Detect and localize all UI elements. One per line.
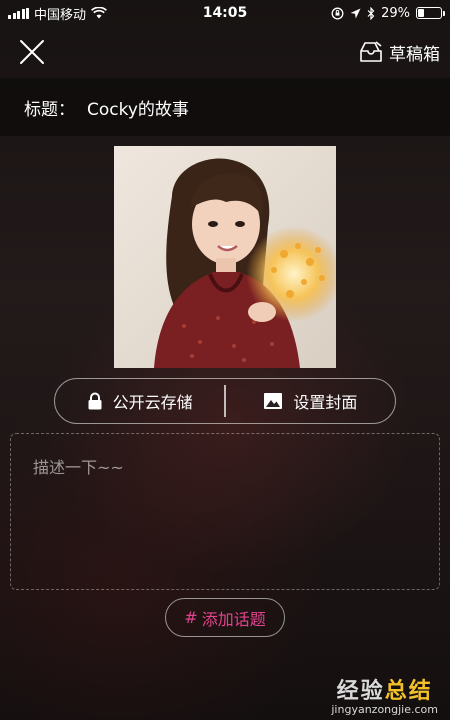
battery-icon: [416, 7, 445, 19]
drafts-box-icon: [360, 41, 382, 62]
wifi-icon: [91, 7, 107, 19]
cover-actions: 公开云存储 设置封面: [54, 378, 396, 424]
watermark-main-a: 经验: [336, 678, 385, 704]
add-topic-label: 添加话题: [201, 609, 266, 629]
close-button[interactable]: [18, 38, 46, 66]
drafts-button[interactable]: 草稿箱: [359, 38, 440, 66]
add-topic-button[interactable]: # 添加话题: [165, 598, 285, 637]
signal-icon: [8, 7, 29, 19]
watermark: 经验总结 jingyanzongjie.com: [331, 678, 438, 716]
close-icon: [20, 40, 44, 64]
set-cover-button[interactable]: 设置封面: [226, 379, 395, 423]
watermark-main-b: 总结: [384, 678, 433, 704]
description-input[interactable]: [11, 434, 439, 589]
hash-icon: #: [184, 608, 198, 627]
orientation-lock-icon: [331, 7, 344, 20]
privacy-button[interactable]: 公开云存储: [55, 379, 224, 423]
battery-percent: 29%: [381, 5, 410, 21]
cover-image[interactable]: [114, 146, 336, 368]
top-bar: 草稿箱: [0, 30, 450, 74]
lock-icon: [88, 392, 102, 410]
title-value[interactable]: Cocky的故事: [87, 95, 189, 120]
privacy-label: 公开云存储: [112, 393, 193, 412]
location-icon: [350, 8, 361, 19]
description-box: [10, 433, 440, 590]
drafts-label: 草稿箱: [389, 44, 440, 65]
carrier-label: 中国移动: [34, 7, 87, 23]
image-icon: [264, 393, 283, 409]
title-bar[interactable]: 标题： Cocky的故事: [0, 78, 450, 136]
status-bar: 中国移动 14:05 29%: [0, 0, 450, 26]
set-cover-label: 设置封面: [293, 393, 358, 412]
watermark-sub: jingyanzongjie.com: [331, 702, 438, 716]
bluetooth-icon: [367, 6, 375, 20]
cover-photo: [114, 146, 336, 368]
title-label: 标题：: [24, 99, 75, 120]
